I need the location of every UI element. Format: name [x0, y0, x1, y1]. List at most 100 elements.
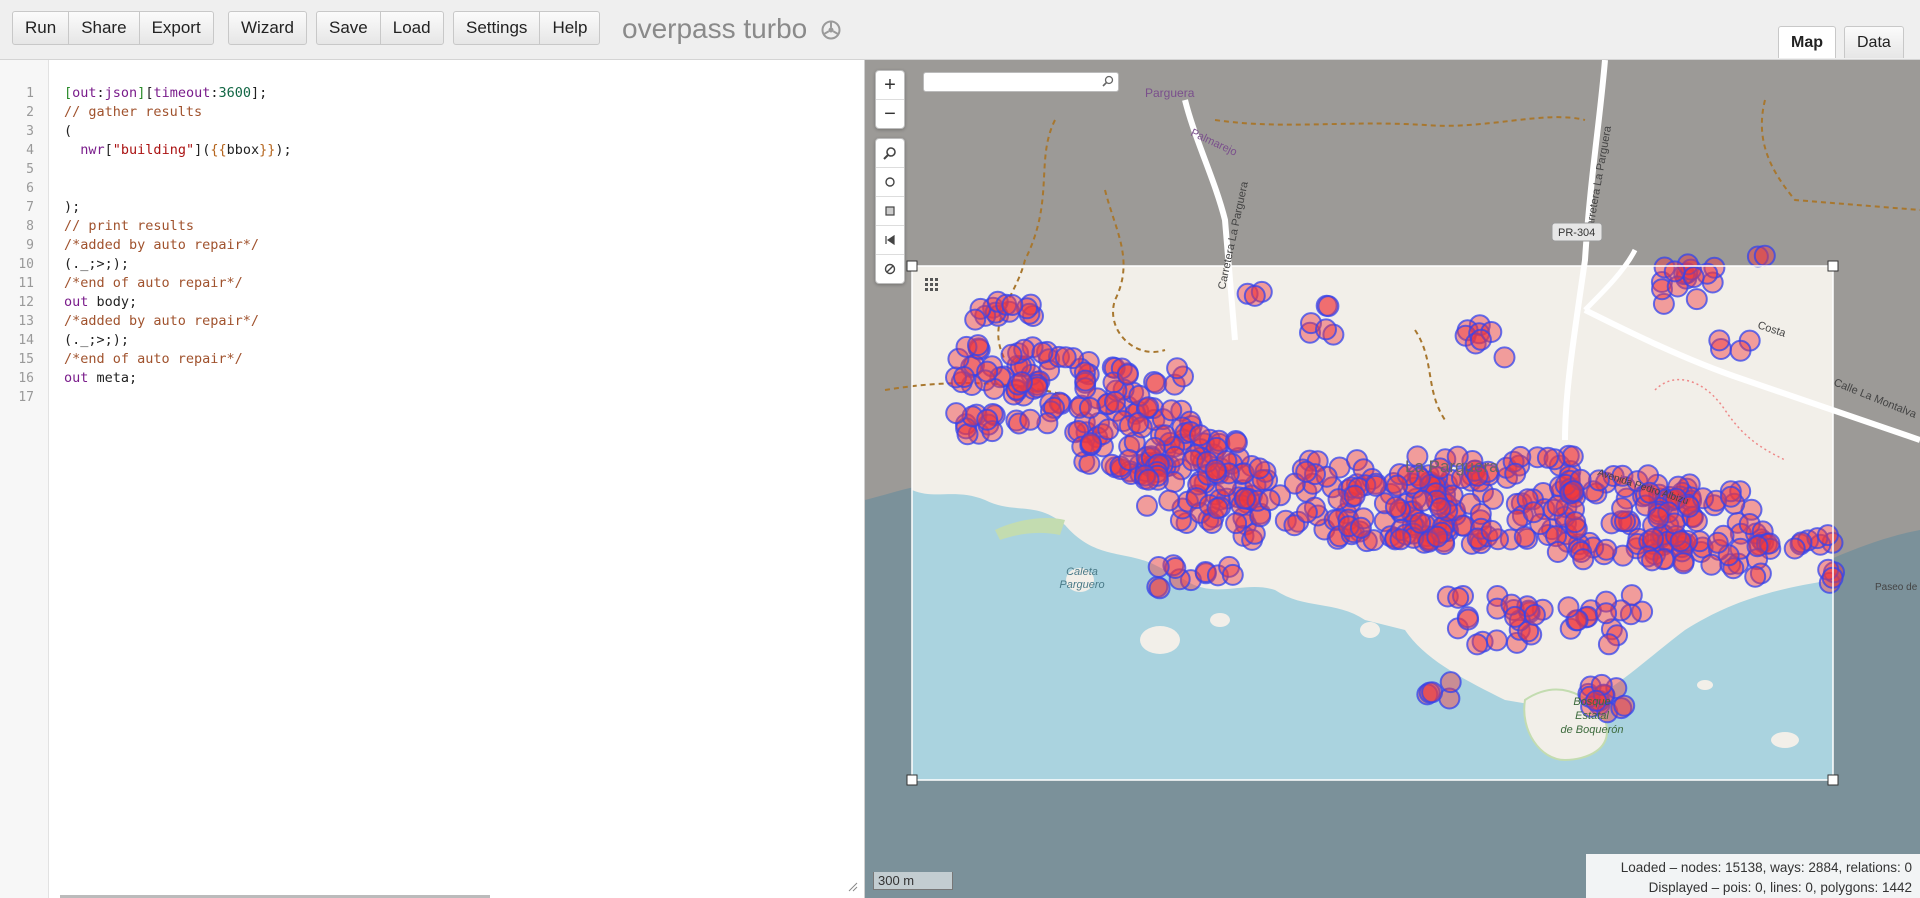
building-marker[interactable] — [1136, 494, 1158, 517]
building-marker[interactable] — [1466, 633, 1489, 656]
help-button[interactable]: Help — [540, 12, 599, 44]
building-marker[interactable] — [1295, 460, 1318, 483]
building-marker[interactable] — [1493, 346, 1516, 369]
building-marker[interactable] — [1258, 489, 1281, 512]
building-marker[interactable] — [1206, 497, 1229, 520]
building-marker[interactable] — [1343, 484, 1366, 507]
building-marker[interactable] — [1010, 371, 1033, 394]
building-marker[interactable] — [1031, 341, 1054, 364]
building-marker[interactable] — [1225, 512, 1248, 535]
building-marker[interactable] — [1672, 552, 1695, 575]
building-marker[interactable] — [1753, 244, 1776, 267]
bbox-handle[interactable] — [1827, 260, 1839, 272]
tab-map[interactable]: Map — [1778, 26, 1836, 58]
wizard-button[interactable]: Wizard — [229, 12, 306, 44]
query-editor[interactable]: 1 2 3 4 5 6 7 8 9 10 11 12 13 14 15 16 17 [out:json][tim… — [0, 60, 865, 898]
building-marker[interactable] — [1513, 525, 1536, 548]
building-marker[interactable] — [1597, 633, 1620, 656]
building-marker[interactable] — [976, 360, 999, 383]
building-marker[interactable] — [1536, 446, 1559, 469]
building-marker[interactable] — [1166, 357, 1189, 380]
building-marker[interactable] — [1669, 530, 1692, 553]
building-marker[interactable] — [1641, 549, 1663, 572]
code-area[interactable]: [out:json][timeout:3600]; // gather resu… — [64, 84, 292, 407]
building-marker[interactable] — [1561, 445, 1584, 468]
building-marker[interactable] — [945, 402, 968, 425]
building-marker[interactable] — [1746, 535, 1769, 558]
building-marker[interactable] — [976, 408, 999, 431]
run-button[interactable]: Run — [13, 12, 70, 44]
building-marker[interactable] — [1225, 431, 1248, 454]
building-marker[interactable] — [1706, 531, 1729, 554]
building-marker[interactable] — [1485, 629, 1508, 652]
building-marker[interactable] — [1147, 556, 1170, 578]
building-marker[interactable] — [1421, 681, 1444, 704]
building-marker[interactable] — [1317, 295, 1340, 318]
building-marker[interactable] — [1349, 516, 1372, 539]
search-icon[interactable] — [1102, 75, 1114, 87]
building-marker[interactable] — [1189, 424, 1211, 447]
map-canvas[interactable]: Parguera Palmarejo Carretera La Parguera… — [865, 60, 1920, 898]
building-marker[interactable] — [1221, 563, 1244, 586]
building-marker[interactable] — [1204, 459, 1227, 481]
building-marker[interactable] — [1001, 294, 1024, 316]
share-button[interactable]: Share — [69, 12, 140, 44]
building-marker[interactable] — [1708, 329, 1731, 352]
building-marker[interactable] — [1386, 474, 1409, 497]
building-marker[interactable] — [1504, 462, 1527, 485]
building-marker[interactable] — [1000, 343, 1023, 366]
building-marker[interactable] — [1611, 497, 1634, 520]
bbox-select-button[interactable] — [876, 197, 904, 226]
building-marker[interactable] — [1564, 511, 1587, 534]
building-marker[interactable] — [1480, 519, 1503, 542]
save-button[interactable]: Save — [317, 12, 381, 44]
tab-data[interactable]: Data — [1844, 26, 1904, 58]
building-marker[interactable] — [1078, 396, 1101, 419]
building-marker[interactable] — [1816, 524, 1839, 547]
bbox-handle[interactable] — [906, 774, 918, 786]
building-marker[interactable] — [1054, 346, 1077, 369]
building-marker[interactable] — [1315, 318, 1337, 341]
building-marker[interactable] — [1429, 497, 1452, 520]
building-marker[interactable] — [1595, 538, 1618, 561]
building-marker[interactable] — [1562, 480, 1585, 503]
map-search-input[interactable] — [928, 74, 1102, 92]
load-button[interactable]: Load — [381, 12, 443, 44]
building-marker[interactable] — [1647, 506, 1670, 529]
building-marker[interactable] — [1457, 608, 1480, 631]
building-marker[interactable] — [964, 308, 987, 331]
building-marker[interactable] — [1104, 390, 1126, 413]
building-marker[interactable] — [1137, 396, 1160, 419]
building-marker[interactable] — [1158, 489, 1181, 512]
building-marker[interactable] — [1116, 363, 1139, 386]
zoom-in-button[interactable]: + — [876, 71, 904, 100]
building-marker[interactable] — [1682, 266, 1705, 289]
building-marker[interactable] — [1744, 565, 1767, 588]
building-marker[interactable] — [1439, 671, 1462, 694]
building-marker[interactable] — [1663, 260, 1686, 283]
zoom-to-data-button[interactable] — [876, 226, 904, 255]
building-marker[interactable] — [1783, 537, 1806, 560]
building-marker[interactable] — [1557, 596, 1580, 619]
bbox-handle[interactable] — [906, 260, 918, 272]
clear-button[interactable] — [876, 255, 904, 283]
building-marker[interactable] — [1137, 468, 1160, 491]
locate-button[interactable] — [876, 168, 904, 197]
building-marker[interactable] — [1469, 328, 1492, 351]
building-marker[interactable] — [953, 366, 975, 388]
building-marker[interactable] — [1074, 369, 1097, 392]
building-marker[interactable] — [1079, 432, 1102, 454]
map-search-field[interactable] — [923, 72, 1119, 92]
bbox-handle[interactable] — [1827, 774, 1839, 786]
building-marker[interactable] — [1364, 474, 1387, 497]
building-marker[interactable] — [1426, 525, 1449, 548]
building-marker[interactable] — [1447, 586, 1470, 609]
building-marker[interactable] — [1572, 548, 1595, 571]
building-marker[interactable] — [1729, 339, 1752, 362]
building-marker[interactable] — [1295, 501, 1318, 524]
building-marker[interactable] — [1145, 372, 1168, 395]
building-marker[interactable] — [1523, 603, 1546, 626]
map-view[interactable]: Parguera Palmarejo Carretera La Parguera… — [865, 60, 1920, 898]
resize-grip-icon[interactable] — [848, 882, 858, 892]
building-marker[interactable] — [1384, 496, 1407, 518]
